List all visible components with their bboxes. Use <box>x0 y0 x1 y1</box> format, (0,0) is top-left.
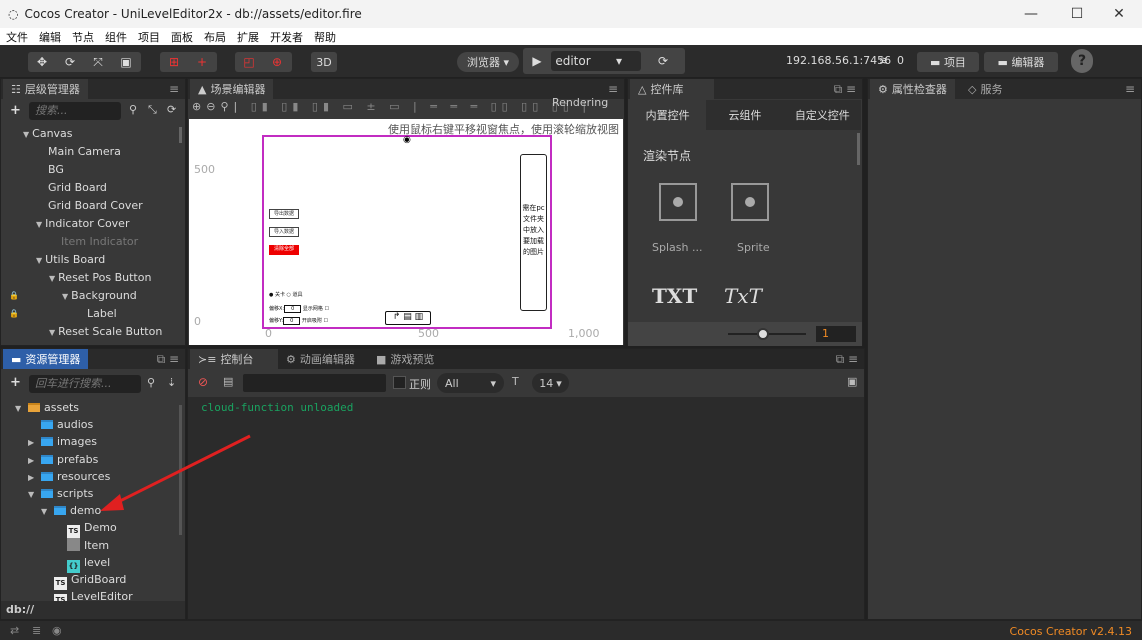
status-bar: ⇄ ≣ ◉ Cocos Creator v2.4.13 <box>0 620 1142 640</box>
database-icon[interactable]: ≣ <box>32 624 41 637</box>
annotation-arrow <box>100 434 251 511</box>
arrow-head <box>100 494 124 511</box>
arrow-shaft <box>111 434 251 507</box>
version-label: Cocos Creator v2.4.13 <box>1009 625 1132 638</box>
sync-icon[interactable]: ⇄ <box>10 624 19 637</box>
eye-icon[interactable]: ◉ <box>52 624 62 637</box>
